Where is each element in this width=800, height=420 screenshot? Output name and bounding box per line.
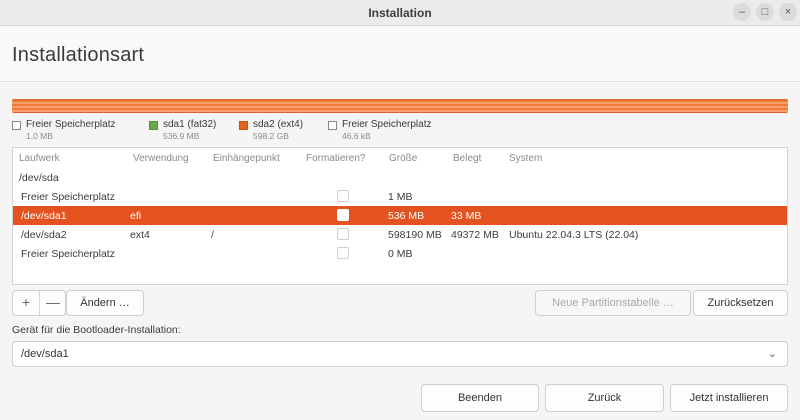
table-header: Laufwerk Verwendung Einhängepunkt Format…: [13, 148, 787, 168]
table-row[interactable]: /dev/sda2 ext4 / 598190 MB 49372 MB Ubun…: [13, 225, 787, 244]
close-icon[interactable]: ×: [779, 3, 797, 21]
reset-button[interactable]: Zurücksetzen: [693, 290, 788, 316]
cell-size: 536 MB: [388, 210, 425, 222]
disk-usage-bar: [12, 99, 788, 113]
bootloader-value: /dev/sda1: [21, 348, 69, 360]
content-area: Freier Speicherplatz 1.0 MB sda1 (fat32)…: [0, 83, 800, 420]
partition-table: Laufwerk Verwendung Einhängepunkt Format…: [12, 147, 788, 285]
cell-used: 33 MB: [451, 210, 482, 222]
column-header-usage[interactable]: Verwendung: [133, 153, 189, 164]
table-row[interactable]: Freier Speicherplatz 0 MB: [13, 244, 787, 263]
legend-size: 598.2 GB: [253, 131, 289, 141]
legend-name: sda1 (fat32): [163, 119, 217, 130]
format-checkbox[interactable]: [337, 228, 349, 240]
column-header-device[interactable]: Laufwerk: [19, 153, 60, 164]
cell-size: 598190 MB: [388, 229, 442, 241]
quit-button[interactable]: Beenden: [421, 384, 539, 412]
table-row-device[interactable]: /dev/sda: [13, 168, 787, 187]
window-title: Installation: [368, 6, 432, 20]
window-titlebar: Installation – □ ×: [0, 0, 800, 26]
legend-size: 536.9 MB: [163, 131, 200, 141]
new-partition-table-button[interactable]: Neue Partitionstabelle …: [535, 290, 691, 316]
cell-system: Ubuntu 22.04.3 LTS (22.04): [509, 229, 639, 241]
legend-size: 46.6 kB: [342, 131, 371, 141]
format-checkbox[interactable]: [337, 190, 349, 202]
column-header-used[interactable]: Belegt: [453, 153, 481, 164]
cell-usage: efi: [130, 210, 142, 222]
cell-size: 1 MB: [388, 191, 413, 203]
install-now-button[interactable]: Jetzt installieren: [670, 384, 788, 412]
add-remove-group: + —: [12, 290, 66, 316]
legend-swatch: [149, 121, 158, 130]
cell-device: /dev/sda2: [21, 229, 67, 241]
page-title: Installationsart: [12, 44, 145, 66]
add-partition-button[interactable]: +: [13, 291, 39, 315]
cell-device: Freier Speicherplatz: [21, 248, 115, 260]
legend-swatch: [239, 121, 248, 130]
format-checkbox[interactable]: [337, 209, 349, 221]
cell-usage: ext4: [130, 229, 150, 241]
remove-partition-button[interactable]: —: [40, 291, 66, 315]
bootloader-select[interactable]: /dev/sda1 ⌄: [12, 341, 788, 367]
chevron-down-icon: ⌄: [767, 348, 777, 360]
bootloader-label: Gerät für die Bootloader-Installation:: [12, 324, 181, 336]
legend-size: 1.0 MB: [26, 131, 53, 141]
minimize-icon[interactable]: –: [733, 3, 751, 21]
table-row[interactable]: Freier Speicherplatz 1 MB: [13, 187, 787, 206]
page-header: Installationsart: [0, 26, 800, 82]
cell-size: 0 MB: [388, 248, 413, 260]
cell-used: 49372 MB: [451, 229, 499, 241]
legend-name: Freier Speicherplatz: [342, 119, 432, 130]
column-header-format[interactable]: Formatieren?: [306, 153, 365, 164]
back-button[interactable]: Zurück: [545, 384, 664, 412]
cell-device: /dev/sda1: [21, 210, 67, 222]
column-header-mount[interactable]: Einhängepunkt: [213, 153, 280, 164]
column-header-system[interactable]: System: [509, 153, 542, 164]
cell-mount: /: [211, 229, 214, 241]
legend-name: sda2 (ext4): [253, 119, 304, 130]
maximize-icon[interactable]: □: [756, 3, 774, 21]
format-checkbox[interactable]: [337, 247, 349, 259]
legend-swatch: [328, 121, 337, 130]
change-partition-button[interactable]: Ändern …: [66, 290, 144, 316]
device-name: /dev/sda: [19, 172, 59, 184]
legend-swatch: [12, 121, 21, 130]
legend-name: Freier Speicherplatz: [26, 119, 116, 130]
cell-device: Freier Speicherplatz: [21, 191, 115, 203]
column-header-size[interactable]: Größe: [389, 153, 417, 164]
table-row-selected[interactable]: /dev/sda1 efi 536 MB 33 MB: [13, 206, 787, 225]
